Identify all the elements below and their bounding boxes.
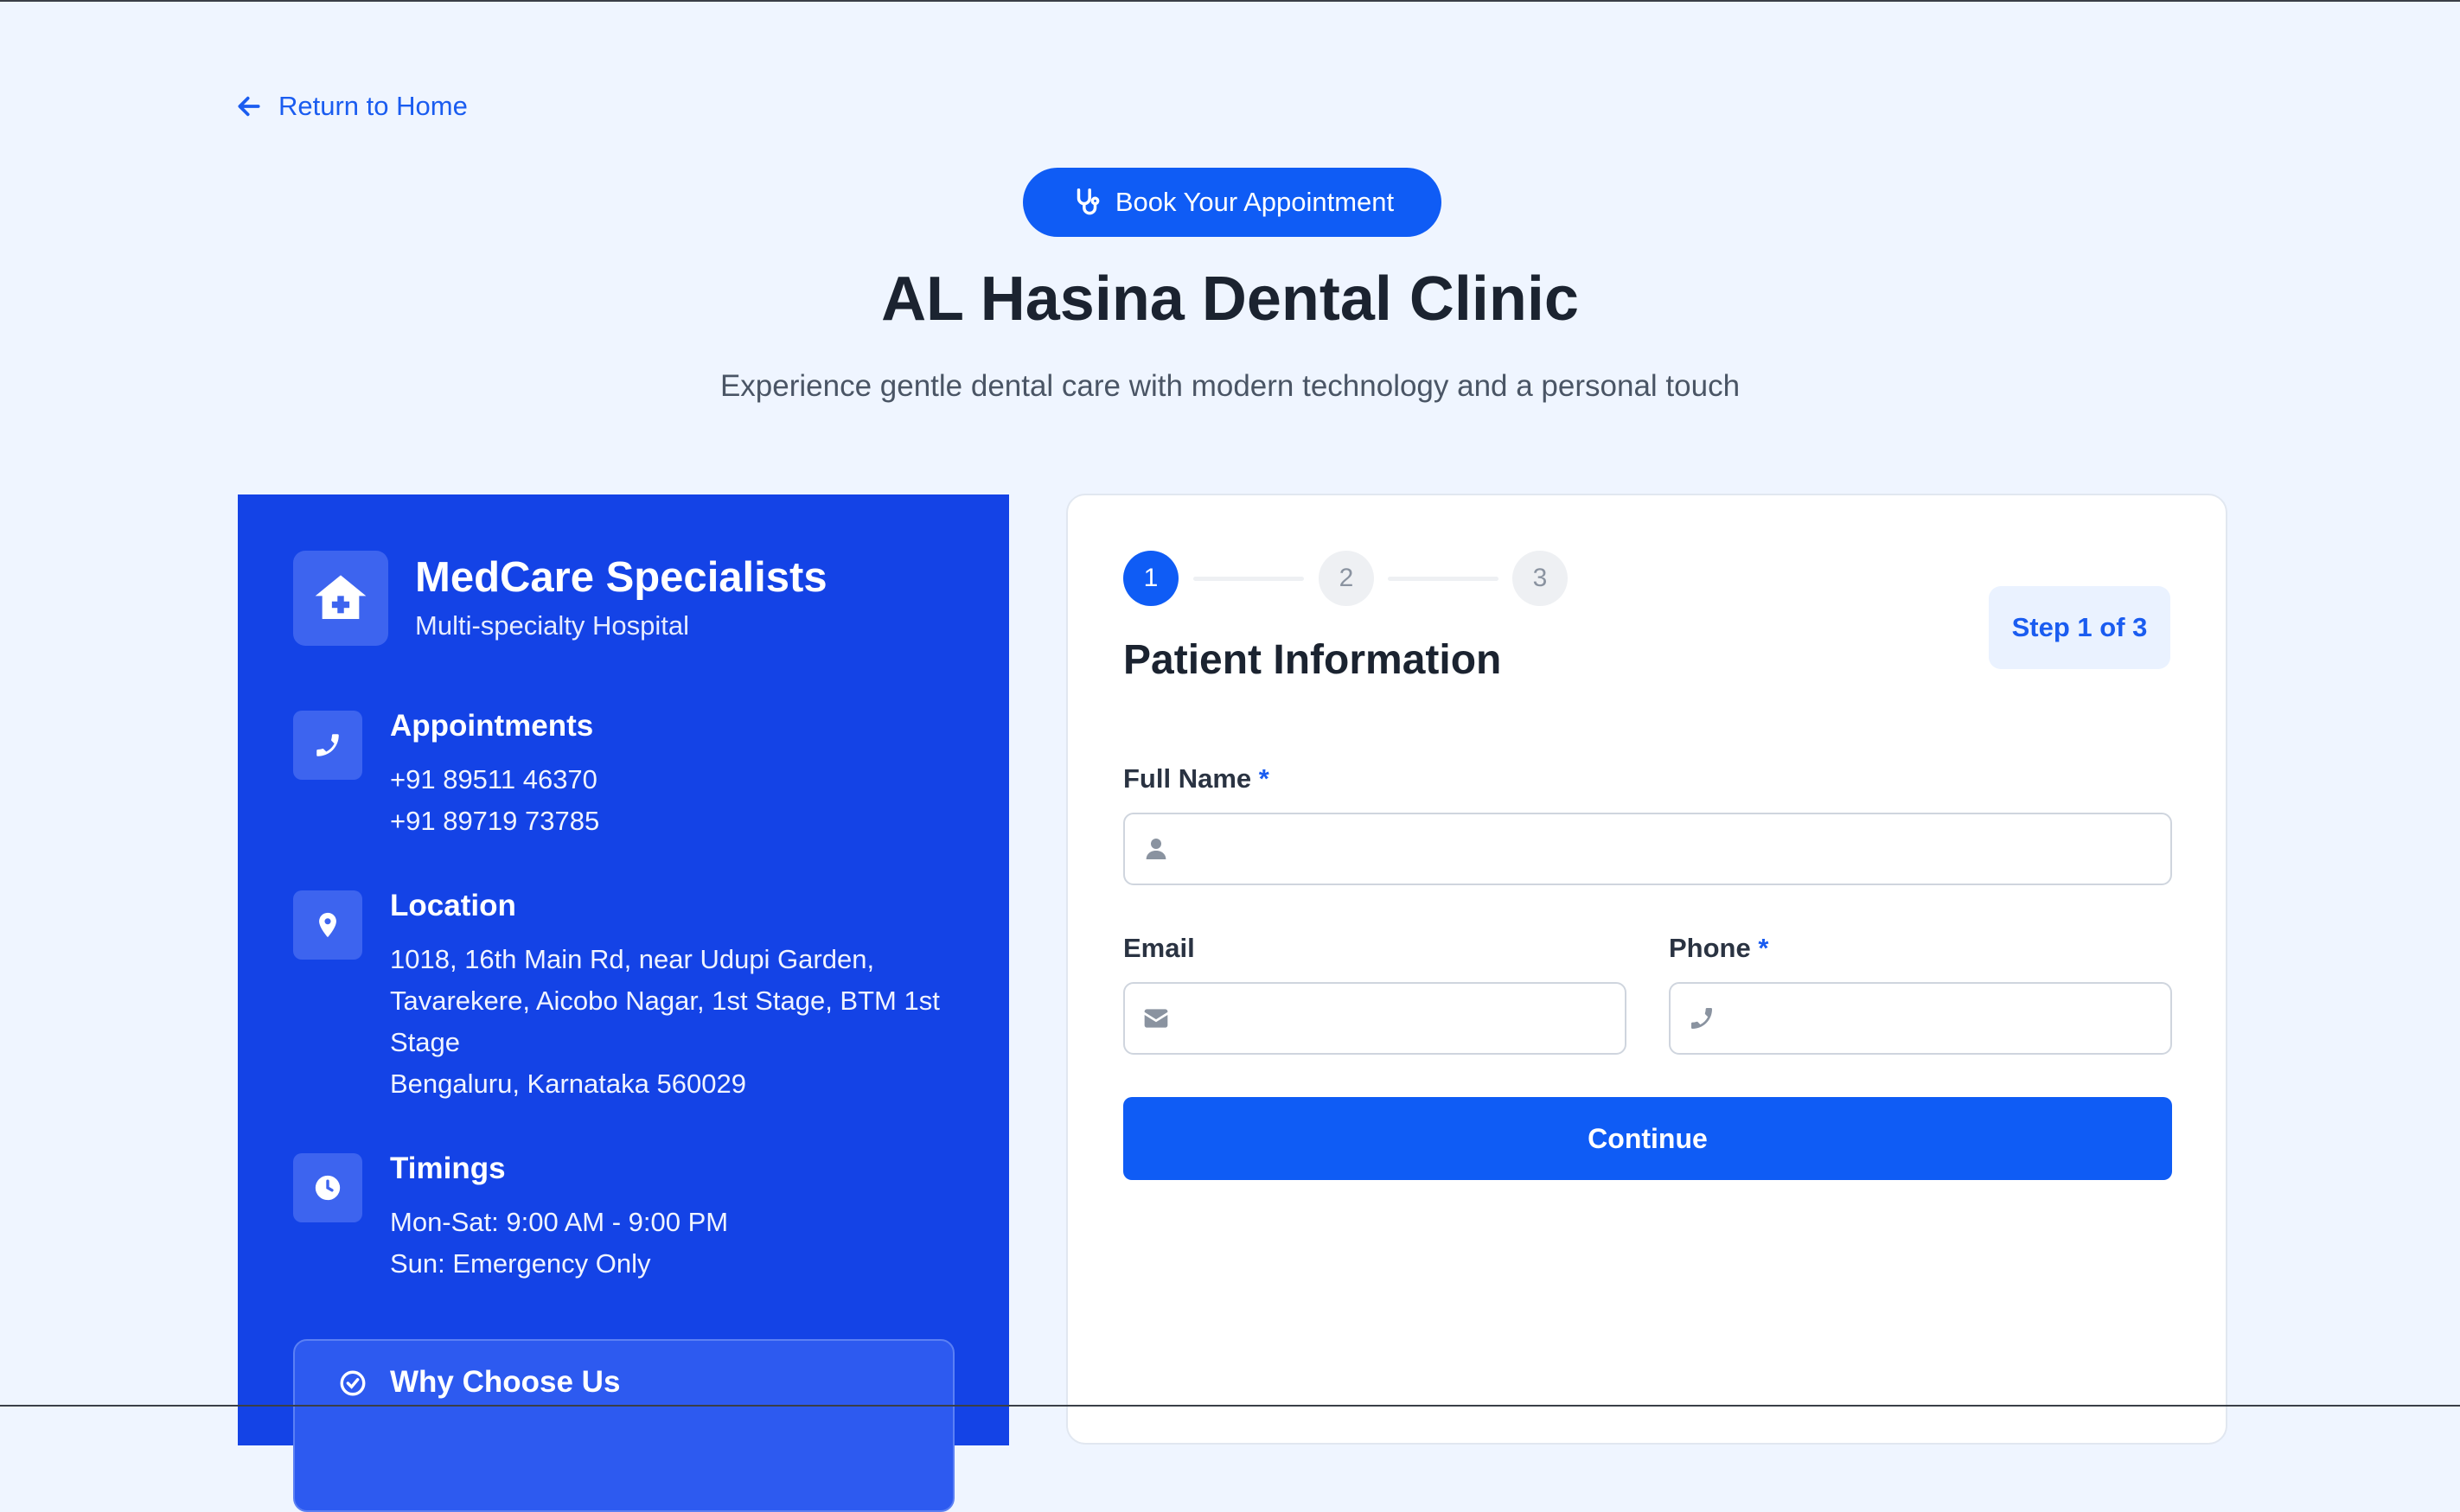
- location-line-3: Stage: [390, 1022, 943, 1063]
- required-mark: *: [1758, 933, 1768, 963]
- step-1-indicator: 1: [1123, 551, 1179, 606]
- step-connector-1: [1193, 577, 1304, 581]
- full-name-input[interactable]: [1185, 814, 2170, 884]
- timings-line-2: Sun: Emergency Only: [390, 1243, 943, 1285]
- envelope-icon: [1142, 1005, 1170, 1032]
- step-3-indicator: 3: [1512, 551, 1568, 606]
- check-badge-icon: [338, 1368, 367, 1398]
- email-input[interactable]: [1185, 984, 1625, 1053]
- appointments-phone-1[interactable]: +91 89511 46370: [390, 759, 943, 801]
- appointments-heading: Appointments: [390, 709, 593, 743]
- return-home-link[interactable]: Return to Home: [235, 86, 468, 126]
- user-icon: [1142, 835, 1170, 863]
- step-progress-badge: Step 1 of 3: [1989, 586, 2170, 669]
- phone-label: Phone *: [1669, 933, 1768, 964]
- email-label: Email: [1123, 933, 1195, 964]
- why-choose-us-card: Why Choose Us: [293, 1339, 955, 1512]
- page-subtitle: Experience gentle dental care with moder…: [0, 369, 2460, 404]
- appointment-form-card: 1 2 3 Step 1 of 3 Patient Information Fu…: [1066, 494, 2227, 1445]
- phone-icon: [1688, 1005, 1716, 1032]
- brand-name: MedCare Specialists: [415, 553, 827, 602]
- book-appointment-badge[interactable]: Book Your Appointment: [1023, 168, 1441, 237]
- hospital-icon: [293, 551, 388, 646]
- location-pin-icon: [293, 890, 362, 960]
- full-name-label-text: Full Name: [1123, 763, 1251, 794]
- form-heading: Patient Information: [1123, 636, 1501, 684]
- location-line-4: Bengaluru, Karnataka 560029: [390, 1063, 943, 1105]
- phone-field[interactable]: [1669, 982, 2172, 1055]
- location-line-1: 1018, 16th Main Rd, near Udupi Garden,: [390, 939, 943, 980]
- timings-heading: Timings: [390, 1152, 506, 1186]
- phone-input[interactable]: [1731, 984, 2170, 1053]
- arrow-left-icon: [235, 93, 263, 120]
- location-line-2: Tavarekere, Aicobo Nagar, 1st Stage, BTM…: [390, 980, 943, 1022]
- full-name-field[interactable]: [1123, 813, 2172, 885]
- phone-icon: [293, 711, 362, 780]
- brand-subtitle: Multi-specialty Hospital: [415, 610, 689, 641]
- appointments-phone-2[interactable]: +91 89719 73785: [390, 801, 943, 842]
- stethoscope-icon: [1070, 186, 1103, 219]
- clock-icon: [293, 1153, 362, 1222]
- email-field[interactable]: [1123, 982, 1626, 1055]
- page-title: AL Hasina Dental Clinic: [0, 264, 2460, 335]
- location-heading: Location: [390, 889, 516, 923]
- required-mark: *: [1259, 763, 1269, 794]
- full-name-label: Full Name *: [1123, 763, 1269, 794]
- continue-button[interactable]: Continue: [1123, 1097, 2172, 1180]
- clinic-info-panel: MedCare Specialists Multi-specialty Hosp…: [238, 494, 1009, 1445]
- return-home-label: Return to Home: [278, 91, 468, 122]
- phone-label-text: Phone: [1669, 933, 1751, 963]
- timings-line-1: Mon-Sat: 9:00 AM - 9:00 PM: [390, 1202, 943, 1243]
- why-choose-us-title: Why Choose Us: [390, 1365, 620, 1400]
- book-appointment-label: Book Your Appointment: [1115, 187, 1394, 218]
- step-connector-2: [1388, 577, 1498, 581]
- top-border: [0, 0, 2460, 2]
- step-2-indicator: 2: [1319, 551, 1374, 606]
